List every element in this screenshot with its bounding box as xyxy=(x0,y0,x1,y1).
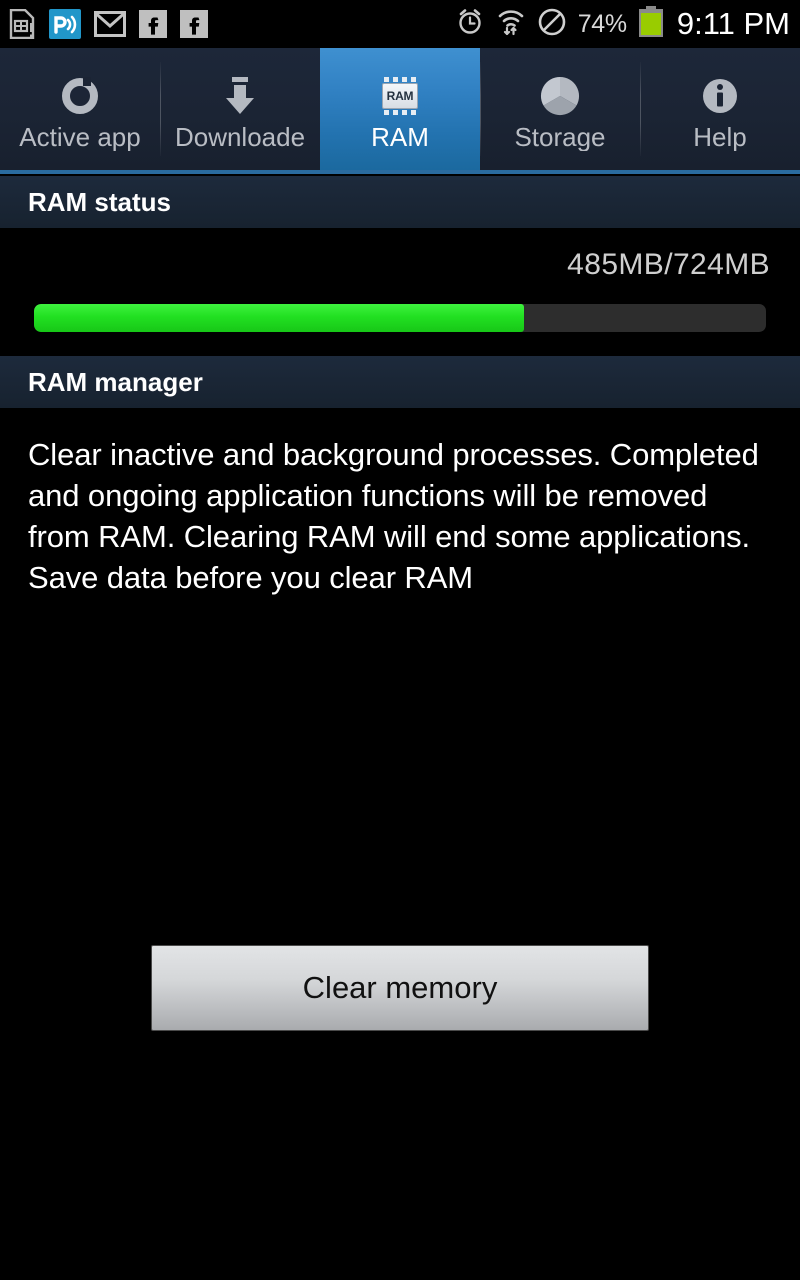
ram-progress-bar xyxy=(34,304,766,332)
tab-storage[interactable]: Storage xyxy=(480,48,640,170)
tab-divider xyxy=(160,62,161,156)
radio-broadcast-icon xyxy=(49,9,81,39)
ram-chip-icon: RAM xyxy=(377,73,423,119)
tab-ram[interactable]: RAM RAM xyxy=(320,48,480,170)
tab-bar-accent-line xyxy=(0,170,800,174)
ram-status-header: RAM status xyxy=(0,176,800,228)
clear-memory-button[interactable]: Clear memory xyxy=(151,945,649,1031)
ram-manager-title: RAM manager xyxy=(28,366,203,397)
mute-icon xyxy=(537,7,567,42)
alarm-clock-icon xyxy=(455,7,485,42)
tab-ram-label: RAM xyxy=(371,123,429,152)
battery-icon xyxy=(638,5,664,43)
phone-screen: 74% 9:11 PM Active app Downloade RAM RAM… xyxy=(0,0,800,1280)
download-arrow-icon xyxy=(217,73,263,119)
tab-bar: Active app Downloade RAM RAM Storage Hel… xyxy=(0,48,800,170)
ram-status-title: RAM status xyxy=(28,186,172,217)
ram-chip-label: RAM xyxy=(386,88,414,103)
ram-manager-body: Clear inactive and background processes.… xyxy=(0,408,800,1280)
tab-storage-label: Storage xyxy=(514,123,606,152)
ram-manager-header: RAM manager xyxy=(0,356,800,408)
status-bar-left-icons xyxy=(8,0,208,48)
tab-downloaded[interactable]: Downloade xyxy=(160,48,320,170)
clock-label: 9:11 PM xyxy=(676,6,790,41)
tab-active-apps-label: Active app xyxy=(19,123,141,152)
tab-downloaded-label: Downloade xyxy=(174,123,306,152)
ring-icon xyxy=(57,73,103,119)
gmail-icon xyxy=(94,11,126,37)
info-circle-icon xyxy=(697,73,743,119)
facebook-icon-1 xyxy=(139,10,167,38)
ram-manager-description: Clear inactive and background processes.… xyxy=(28,437,759,595)
tab-help-label: Help xyxy=(693,123,747,152)
facebook-icon-2 xyxy=(180,10,208,38)
status-bar: 74% 9:11 PM xyxy=(0,0,800,48)
tab-divider xyxy=(640,62,641,156)
memory-usage-label: 485MB/724MB xyxy=(567,248,770,281)
wifi-transfer-icon xyxy=(496,7,526,42)
pie-chart-icon xyxy=(537,73,583,119)
tab-divider xyxy=(480,62,481,156)
ram-progress-fill xyxy=(34,304,525,332)
status-bar-right-icons: 74% 9:11 PM xyxy=(455,0,790,48)
tab-help[interactable]: Help xyxy=(640,48,800,170)
sim-card-alert-icon xyxy=(8,9,36,39)
ram-status-body: 485MB/724MB xyxy=(0,228,800,356)
battery-percent-label: 74% xyxy=(577,9,627,38)
clear-memory-button-label: Clear memory xyxy=(302,970,498,1005)
tab-active-apps[interactable]: Active app xyxy=(0,48,160,170)
